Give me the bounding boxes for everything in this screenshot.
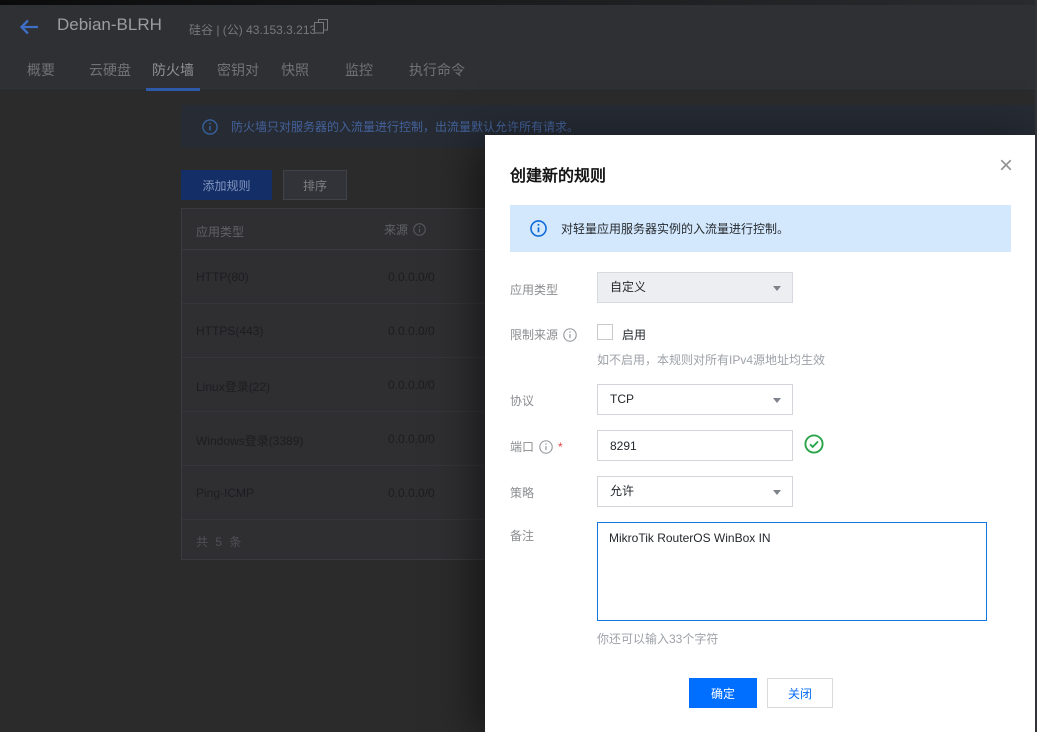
policy-select[interactable]: 允许 [597, 476, 793, 507]
modal-banner-text: 对轻量应用服务器实例的入流量进行控制。 [561, 220, 789, 237]
cell-source: 0.0.0.0/0 [388, 324, 435, 338]
cell-source: 0.0.0.0/0 [388, 486, 435, 500]
valid-check-icon [804, 434, 824, 454]
column-header-app-type: 应用类型 [196, 223, 244, 240]
tab-cloud-disk[interactable]: 云硬盘 [89, 60, 131, 80]
close-icon[interactable]: × [999, 154, 1013, 178]
modal-title: 创建新的规则 [510, 162, 606, 186]
cell-source: 0.0.0.0/0 [388, 270, 435, 284]
info-icon [202, 119, 218, 135]
port-input[interactable] [597, 430, 793, 461]
firewall-banner-text: 防火墙只对服务器的入流量进行控制，出流量默认允许所有请求。 [231, 118, 579, 135]
page-header: Debian-BLRH 硅谷 | (公) 43.153.3.213 概要 云硬盘… [0, 0, 1037, 91]
instance-name: Debian-BLRH [57, 15, 162, 35]
tab-key-pair[interactable]: 密钥对 [217, 60, 259, 80]
back-arrow-icon [17, 15, 41, 39]
add-rule-button[interactable]: 添加规则 [181, 170, 272, 200]
enable-checkbox[interactable] [597, 324, 613, 340]
tab-snapshot[interactable]: 快照 [281, 60, 309, 80]
enable-checkbox-label: 启用 [622, 326, 646, 343]
info-icon[interactable] [413, 223, 426, 236]
tab-overview[interactable]: 概要 [27, 60, 55, 80]
tab-run-command[interactable]: 执行命令 [409, 60, 465, 80]
create-rule-modal: 创建新的规则 × 对轻量应用服务器实例的入流量进行控制。 应用类型 自定义 限制… [485, 135, 1037, 732]
app-type-value: 自定义 [610, 280, 646, 294]
policy-value: 允许 [610, 484, 634, 498]
app-type-label: 应用类型 [510, 281, 558, 298]
cell-app-type: Ping-ICMP [196, 486, 254, 500]
policy-label: 策略 [510, 484, 534, 501]
protocol-select[interactable]: TCP [597, 384, 793, 415]
top-edge-strip [0, 0, 1037, 5]
remark-label: 备注 [510, 527, 534, 544]
copy-icon[interactable] [313, 19, 329, 35]
sort-button[interactable]: 排序 [283, 170, 347, 200]
protocol-label: 协议 [510, 392, 534, 409]
chevron-down-icon [773, 490, 781, 495]
back-button[interactable] [16, 15, 42, 41]
app-type-select[interactable]: 自定义 [597, 272, 793, 303]
chevron-down-icon [773, 286, 781, 291]
tab-monitor[interactable]: 监控 [345, 60, 373, 80]
cell-source: 0.0.0.0/0 [388, 378, 435, 392]
modal-info-banner: 对轻量应用服务器实例的入流量进行控制。 [510, 205, 1011, 252]
screen: Debian-BLRH 硅谷 | (公) 43.153.3.213 概要 云硬盘… [0, 0, 1037, 732]
port-label: 端口 * [510, 438, 563, 455]
required-asterisk: * [558, 440, 563, 454]
confirm-button[interactable]: 确定 [689, 678, 757, 708]
instance-meta: 硅谷 | (公) 43.153.3.213 [189, 21, 316, 38]
protocol-value: TCP [610, 392, 634, 406]
source-limit-hint: 如不启用，本规则对所有IPv4源地址均生效 [597, 351, 825, 368]
total-count-text: 共 5 条 [196, 533, 243, 550]
cell-source: 0.0.0.0/0 [388, 432, 435, 446]
info-icon[interactable] [539, 440, 553, 454]
tab-firewall[interactable]: 防火墙 [152, 60, 194, 80]
column-header-source: 来源 [384, 221, 426, 238]
char-counter: 你还可以输入33个字符 [597, 630, 718, 647]
cell-app-type: Windows登录(3389) [196, 432, 303, 449]
info-icon [530, 220, 547, 237]
cell-app-type: Linux登录(22) [196, 378, 270, 395]
info-icon[interactable] [563, 328, 577, 342]
source-limit-label: 限制来源 [510, 326, 577, 343]
close-button[interactable]: 关闭 [767, 678, 833, 708]
cell-app-type: HTTPS(443) [196, 324, 263, 338]
chevron-down-icon [773, 398, 781, 403]
remark-textarea[interactable]: MikroTik RouterOS WinBox IN [597, 522, 987, 621]
cell-app-type: HTTP(80) [196, 270, 249, 284]
